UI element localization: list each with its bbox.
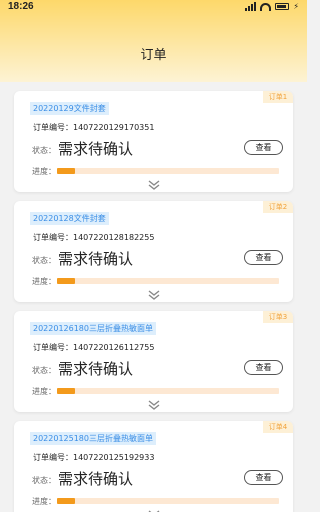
order-number-value: 1407220128182255 xyxy=(73,233,155,242)
order-name: 20220125180三层折叠热敏面单 xyxy=(30,432,156,445)
status-icons: ⚡ xyxy=(245,2,299,11)
progress-bar xyxy=(57,388,279,394)
progress-bar xyxy=(57,278,279,284)
order-name: 20220128文件封套 xyxy=(30,212,109,225)
order-card[interactable]: 订单4 20220125180三层折叠热敏面单 订单编号：14072201251… xyxy=(14,421,293,512)
chevron-double-down-icon[interactable] xyxy=(147,289,161,301)
order-name: 20220129文件封套 xyxy=(30,102,109,115)
progress-label: 进度： xyxy=(32,277,56,286)
progress-bar xyxy=(57,498,279,504)
progress-bar xyxy=(57,168,279,174)
order-name: 20220126180三层折叠热敏面单 xyxy=(30,322,156,335)
order-number-label: 订单编号： xyxy=(33,123,73,132)
view-button[interactable]: 查看 xyxy=(244,250,283,265)
progress-fill xyxy=(57,388,75,394)
progress-fill xyxy=(57,278,75,284)
order-number-label: 订单编号： xyxy=(33,233,73,242)
order-card[interactable]: 订单2 20220128文件封套 订单编号：1407220128182255 状… xyxy=(14,201,293,302)
order-tag: 订单4 xyxy=(263,421,293,433)
status-label: 状态： xyxy=(32,146,56,155)
progress-fill xyxy=(57,498,75,504)
status-label: 状态： xyxy=(32,476,56,485)
status-time: 18:26 xyxy=(8,1,34,12)
battery-icon xyxy=(275,3,290,10)
progress-label: 进度： xyxy=(32,497,56,506)
order-number: 订单编号：1407220129170351 xyxy=(33,122,154,133)
view-button[interactable]: 查看 xyxy=(244,140,283,155)
charging-icon: ⚡ xyxy=(293,2,299,11)
order-number: 订单编号：1407220125192933 xyxy=(33,452,154,463)
status-label: 状态： xyxy=(32,256,56,265)
status-value: 需求待确认 xyxy=(58,360,134,378)
chevron-double-down-icon[interactable] xyxy=(147,179,161,191)
wifi-icon xyxy=(260,2,272,11)
signal-icon xyxy=(245,2,257,11)
order-tag: 订单3 xyxy=(263,311,293,323)
progress-label: 进度： xyxy=(32,387,56,396)
order-number-label: 订单编号： xyxy=(33,453,73,462)
status-label: 状态： xyxy=(32,366,56,375)
order-tag: 订单2 xyxy=(263,201,293,213)
order-number: 订单编号：1407220126112755 xyxy=(33,342,154,353)
status-value: 需求待确认 xyxy=(58,250,134,268)
status-bar: 18:26 ⚡ xyxy=(0,0,307,14)
order-number-value: 1407220129170351 xyxy=(73,123,155,132)
progress-label: 进度： xyxy=(32,167,56,176)
order-number: 订单编号：1407220128182255 xyxy=(33,232,154,243)
order-number-value: 1407220125192933 xyxy=(73,453,155,462)
progress-fill xyxy=(57,168,75,174)
order-card[interactable]: 订单3 20220126180三层折叠热敏面单 订单编号：14072201261… xyxy=(14,311,293,412)
page-title: 订单 xyxy=(140,48,167,63)
view-button[interactable]: 查看 xyxy=(244,470,283,485)
status-value: 需求待确认 xyxy=(58,140,134,158)
order-number-value: 1407220126112755 xyxy=(73,343,155,352)
order-tag: 订单1 xyxy=(263,91,293,103)
chevron-double-down-icon[interactable] xyxy=(147,399,161,411)
status-value: 需求待确认 xyxy=(58,470,134,488)
order-number-label: 订单编号： xyxy=(33,343,73,352)
view-button[interactable]: 查看 xyxy=(244,360,283,375)
order-card[interactable]: 订单1 20220129文件封套 订单编号：1407220129170351 状… xyxy=(14,91,293,192)
